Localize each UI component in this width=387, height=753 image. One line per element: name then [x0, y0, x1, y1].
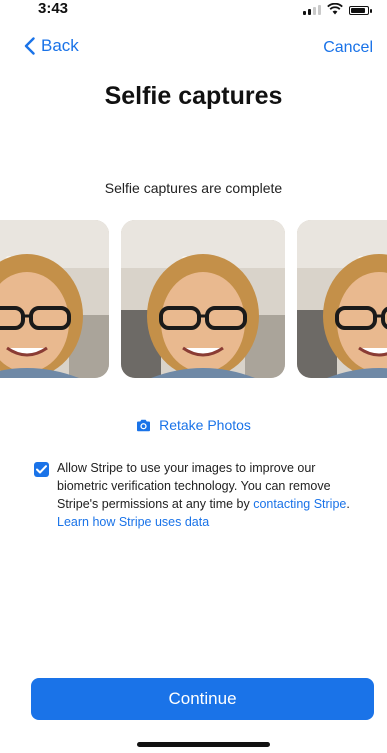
learn-how-stripe-uses-data-link[interactable]: Learn how Stripe uses data — [57, 515, 209, 529]
consent-checkbox[interactable] — [34, 462, 49, 477]
retake-photos-button[interactable]: Retake Photos — [0, 417, 387, 433]
chevron-left-icon — [24, 37, 35, 55]
page-subtitle: Selfie captures are complete — [104, 180, 283, 196]
cellular-signal-icon — [303, 5, 321, 15]
selfie-photo-2 — [121, 220, 285, 378]
selfie-photo-1 — [0, 220, 109, 378]
navigation-bar: Back Cancel — [0, 34, 387, 62]
home-indicator — [137, 742, 270, 747]
back-label: Back — [41, 36, 79, 55]
status-time: 3:43 — [38, 0, 69, 17]
status-bar: 3:43 — [0, 0, 387, 24]
battery-icon — [349, 6, 372, 15]
selfie-photo-carousel[interactable] — [0, 220, 387, 378]
contacting-stripe-link[interactable]: contacting Stripe — [253, 497, 346, 511]
status-icons — [303, 3, 372, 15]
back-button[interactable]: Back — [24, 36, 79, 56]
camera-icon — [137, 419, 151, 431]
selfie-photo-3 — [297, 220, 387, 378]
retake-photos-label: Retake Photos — [159, 417, 251, 433]
cancel-button[interactable]: Cancel — [323, 39, 373, 57]
wifi-icon — [327, 3, 343, 15]
continue-button[interactable]: Continue — [31, 678, 374, 720]
page-title: Selfie captures — [104, 82, 283, 110]
consent-section: Allow Stripe to use your images to impro… — [34, 459, 360, 531]
consent-text: Allow Stripe to use your images to impro… — [57, 459, 360, 531]
consent-separator: . — [346, 497, 350, 511]
checkmark-icon — [36, 465, 47, 474]
